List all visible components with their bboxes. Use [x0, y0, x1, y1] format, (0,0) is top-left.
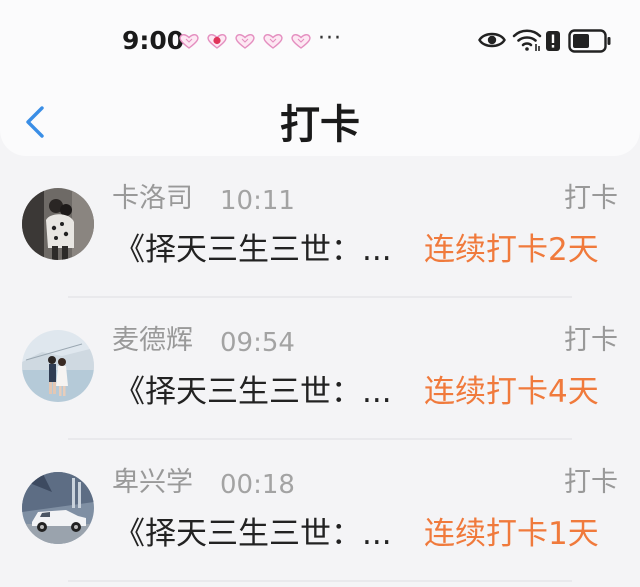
heart-notification-icon: [179, 34, 199, 49]
couple-photo-avatar: [22, 188, 94, 260]
checkin-label: 打卡: [564, 325, 618, 356]
header-panel: 9:00 ··· 打卡: [0, 0, 640, 156]
eye-icon: [478, 32, 506, 48]
avatar[interactable]: [22, 330, 94, 402]
wifi-icon: [512, 29, 542, 51]
book-title: 《择天三生三世：...: [114, 232, 392, 268]
checkin-list: 卡洛司 10:11 打卡 《择天三生三世：... 连续打卡2天 麦德辉 09:5…: [0, 156, 640, 582]
avatar[interactable]: [22, 188, 94, 260]
heart-notification-icon: [291, 34, 311, 49]
checkin-time: 10:11: [220, 186, 295, 216]
page-title: 打卡: [280, 102, 360, 148]
divider: [68, 580, 572, 582]
streak-text: 连续打卡4天: [424, 374, 599, 410]
streak-text: 连续打卡1天: [424, 516, 599, 552]
book-title: 《择天三生三世：...: [114, 516, 392, 552]
streak-text: 连续打卡2天: [424, 232, 599, 268]
user-name: 卑兴学: [112, 467, 193, 498]
checkin-label: 打卡: [564, 183, 618, 214]
heart-notification-icon: [235, 34, 255, 49]
white-car-avatar: [22, 472, 94, 544]
user-name: 麦德辉: [112, 325, 193, 356]
user-name: 卡洛司: [112, 183, 193, 214]
list-item[interactable]: 卑兴学 00:18 打卡 《择天三生三世：... 连续打卡1天: [0, 440, 640, 582]
heart-notification-icon: [263, 34, 283, 49]
alert-icon: [546, 31, 560, 51]
list-item[interactable]: 麦德辉 09:54 打卡 《择天三生三世：... 连续打卡4天: [0, 298, 640, 440]
status-time: 9:00: [122, 26, 185, 55]
avatar[interactable]: [22, 472, 94, 544]
checkin-time: 09:54: [220, 328, 295, 358]
checkin-time: 00:18: [220, 470, 295, 500]
seaside-couple-avatar: [22, 330, 94, 402]
battery-icon: [568, 29, 611, 53]
checkin-label: 打卡: [564, 467, 618, 498]
book-title: 《择天三生三世：...: [114, 374, 392, 410]
more-notifications-indicator: ···: [318, 26, 342, 51]
heart-badge-notification-icon: [207, 34, 227, 49]
list-item[interactable]: 卡洛司 10:11 打卡 《择天三生三世：... 连续打卡2天: [0, 156, 640, 298]
